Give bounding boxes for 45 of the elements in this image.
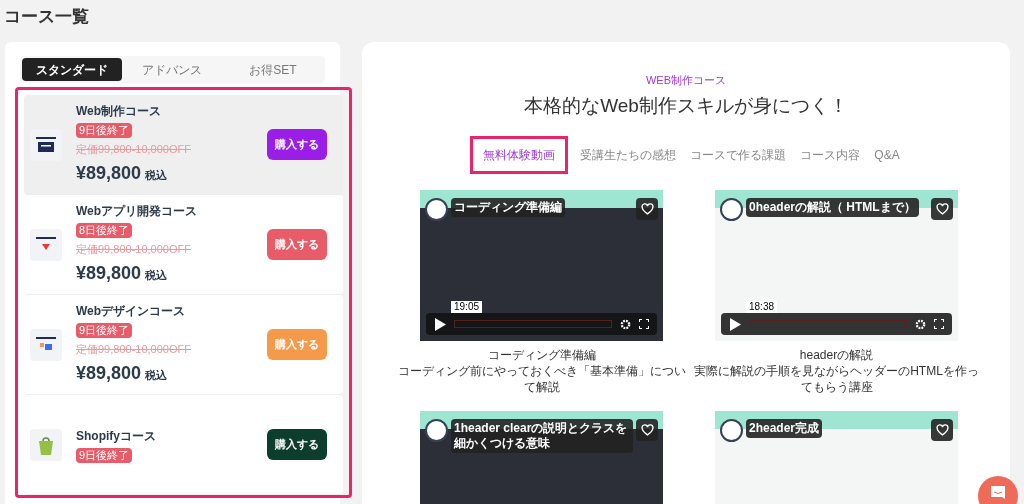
section-tab[interactable]: Q&A — [872, 136, 902, 174]
price: ¥89,800 — [76, 362, 142, 386]
deadline-badge: 9日後終了 — [76, 122, 133, 138]
course-eyebrow: WEB制作コース — [645, 73, 727, 88]
course-name: Web制作コース — [76, 102, 163, 120]
page-title: コース一覧 — [4, 6, 89, 28]
deadline-badge: 8日後終了 — [76, 222, 133, 238]
deadline-badge: 9日後終了 — [76, 322, 133, 338]
purchase-button[interactable]: 購入する — [267, 229, 327, 260]
video-title: 0headerの解説（ HTMLまで） — [746, 198, 919, 217]
old-price: 定価99,800-10,000OFF — [76, 241, 192, 257]
video-title: 2header完成 — [746, 419, 823, 438]
course-headline: 本格的なWeb制作スキルが身につく！ — [524, 93, 848, 118]
video-description: コーディング前にやっておくべき「基本準備」について解説 — [396, 363, 687, 395]
section-tab[interactable]: 無料体験動画 — [470, 136, 569, 174]
old-price: 定価99,800-10,000OFF — [76, 341, 192, 357]
plan-tab[interactable]: お得SET — [222, 58, 323, 81]
section-tab[interactable]: 受講生たちの感想 — [578, 136, 679, 174]
purchase-button[interactable]: 購入する — [267, 429, 327, 460]
tax-label: 税込 — [145, 168, 168, 184]
tax-label: 税込 — [145, 268, 168, 284]
tax-label: 税込 — [145, 368, 168, 384]
deadline-badge: 9日後終了 — [76, 447, 133, 463]
plan-tab[interactable]: スタンダード — [22, 58, 123, 81]
course-row[interactable]: Shopifyコース 9日後終了 購入する — [24, 395, 343, 495]
course-row[interactable]: Webアプリ開発コース 8日後終了 定価99,800-10,000OFF ¥89,800 税込 購入する — [24, 195, 343, 295]
video-caption: headerの解説 — [799, 347, 874, 363]
section-tab[interactable]: コース内容 — [798, 136, 863, 174]
old-price: 定価99,800-10,000OFF — [76, 141, 192, 157]
purchase-button[interactable]: 購入する — [267, 129, 327, 160]
video-caption: コーディング準備編 — [487, 347, 596, 363]
price: ¥89,800 — [76, 162, 142, 186]
price: ¥89,800 — [76, 262, 142, 286]
course-name: Webデザインコース — [76, 302, 187, 320]
duration-label: 19:05 — [451, 301, 483, 313]
duration-label: 18:38 — [746, 301, 778, 313]
course-row[interactable]: Webデザインコース 9日後終了 定価99,800-10,000OFF ¥89,800 税込 購入する — [24, 295, 343, 395]
section-tab[interactable]: コースで作る課題 — [688, 136, 789, 174]
course-name: Webアプリ開発コース — [76, 202, 199, 220]
course-row[interactable]: Web制作コース 9日後終了 定価99,800-10,000OFF ¥89,800 税込 購入する — [24, 95, 343, 195]
plan-tab[interactable]: アドバンス — [122, 58, 223, 81]
course-name: Shopifyコース — [76, 427, 157, 445]
video-description: 実際に解説の手順を見ながらヘッダーのHTMLを作ってもらう講座 — [693, 363, 980, 395]
video-title: コーディング準備編 — [451, 198, 565, 217]
video-title: 1header clearの説明とクラスを細かくつける意味 — [451, 419, 633, 453]
